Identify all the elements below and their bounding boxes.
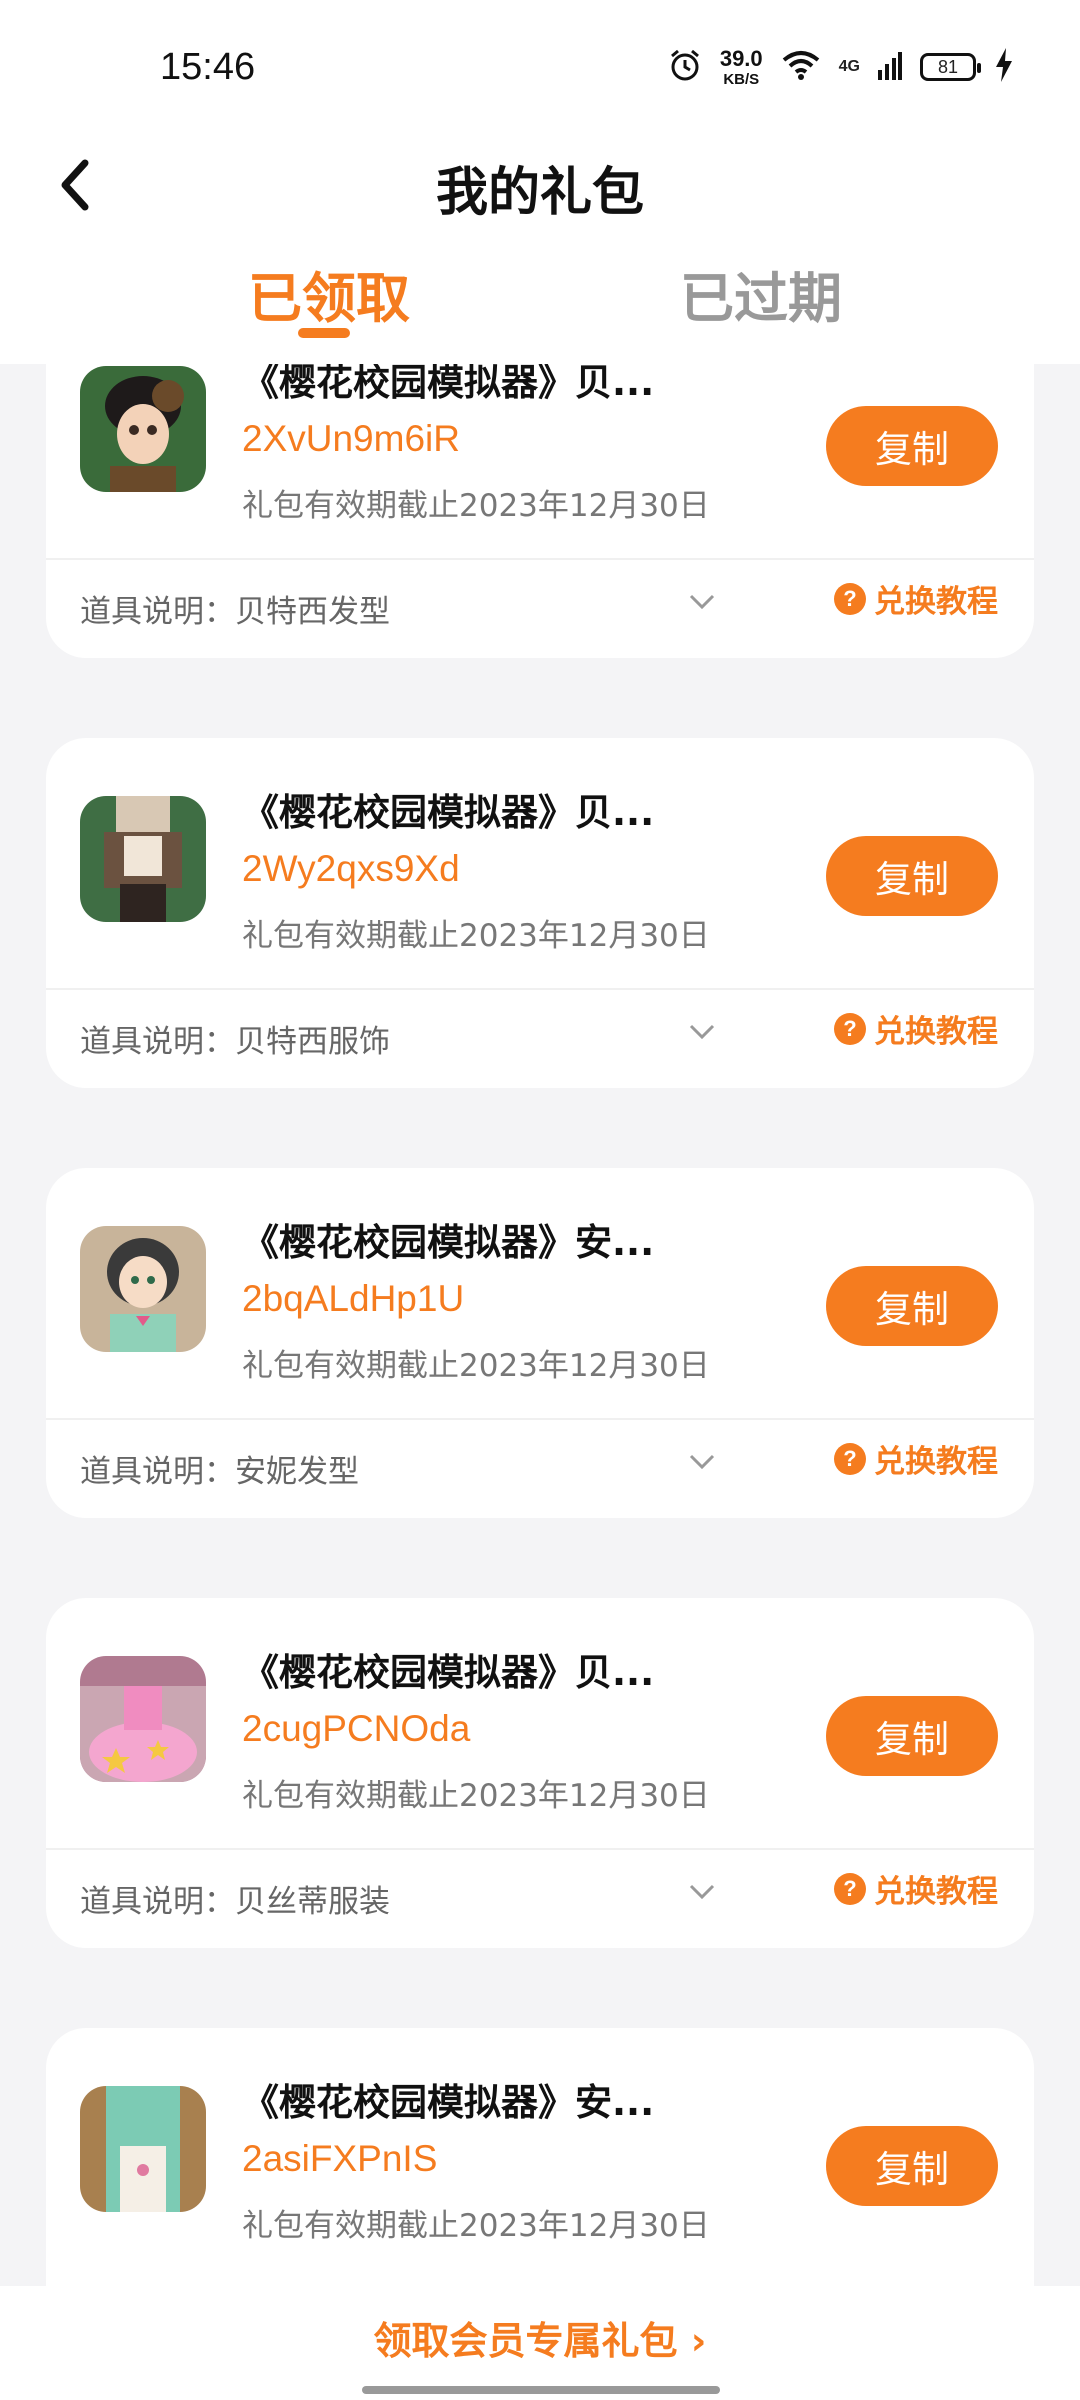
gift-expiry: 礼包有效期截止2023年12月30日 <box>242 488 710 524</box>
divider <box>46 558 1034 560</box>
question-icon: ? <box>834 1442 866 1475</box>
redeem-tutorial-label: 兑换教程 <box>874 1874 998 1910</box>
gift-expiry: 礼包有效期截止2023年12月30日 <box>242 2208 710 2244</box>
member-gift-link[interactable]: 领取会员专属礼包 › <box>0 2310 1080 2365</box>
gift-card: 《樱花校园模拟器》贝... 2Wy2qxs9Xd 礼包有效期截止2023年12月… <box>46 738 1034 1088</box>
redeem-tutorial-label: 兑换教程 <box>874 1014 998 1050</box>
gift-title: 《樱花校园模拟器》安... <box>242 1221 655 1264</box>
page-header: 我的礼包 已领取 已过期 <box>0 136 1080 364</box>
gift-title: 《樱花校园模拟器》贝... <box>242 791 655 834</box>
chevron-down-icon[interactable] <box>682 1442 722 1482</box>
item-description: 道具说明：贝特西发型 <box>80 594 390 630</box>
redeem-tutorial-link[interactable]: ? 兑换教程 <box>834 1866 998 1911</box>
item-description: 道具说明：贝丝蒂服装 <box>80 1884 390 1920</box>
gift-code: 2Wy2qxs9Xd <box>242 848 460 889</box>
redeem-tutorial-link[interactable]: ? 兑换教程 <box>834 1436 998 1481</box>
divider <box>46 988 1034 990</box>
wifi-icon <box>781 49 821 85</box>
gift-card: 《樱花校园模拟器》安... 2bqALdHp1U 礼包有效期截止2023年12月… <box>46 1168 1034 1518</box>
gift-title: 《樱花校园模拟器》安... <box>242 2081 655 2124</box>
gift-expiry: 礼包有效期截止2023年12月30日 <box>242 1348 710 1384</box>
gift-code: 2XvUn9m6iR <box>242 418 460 459</box>
alarm-icon <box>668 48 702 86</box>
gift-title: 《樱花校园模拟器》贝... <box>242 364 655 404</box>
gift-expiry: 礼包有效期截止2023年12月30日 <box>242 918 710 954</box>
chevron-down-icon[interactable] <box>682 1012 722 1052</box>
status-icons: 39.0 KB/S 4G 81 <box>668 44 1014 90</box>
status-bar: 15:46 39.0 KB/S 4G 81 <box>0 0 1080 136</box>
copy-button[interactable]: 复制 <box>826 1266 998 1346</box>
redeem-tutorial-label: 兑换教程 <box>874 584 998 620</box>
gift-code: 2cugPCNOda <box>242 1708 471 1749</box>
network-speed-value: 39.0 <box>719 45 763 71</box>
gift-code: 2bqALdHp1U <box>242 1278 465 1319</box>
gift-code: 2asiFXPnIS <box>242 2138 438 2179</box>
active-tab-indicator <box>298 328 350 338</box>
copy-button[interactable]: 复制 <box>826 2126 998 2206</box>
question-icon: ? <box>834 1012 866 1045</box>
redeem-tutorial-link[interactable]: ? 兑换教程 <box>834 576 998 621</box>
divider <box>46 1848 1034 1850</box>
copy-button[interactable]: 复制 <box>826 406 998 486</box>
copy-button[interactable]: 复制 <box>826 836 998 916</box>
item-description: 道具说明：安妮发型 <box>80 1454 359 1490</box>
game-thumbnail <box>80 1656 206 1782</box>
gift-card: 《樱花校园模拟器》安... 2asiFXPnIS 礼包有效期截止2023年12月… <box>46 2028 1034 2286</box>
question-icon: ? <box>834 582 866 615</box>
status-time: 15:46 <box>160 46 256 88</box>
game-thumbnail <box>80 796 206 922</box>
chevron-down-icon[interactable] <box>682 582 722 622</box>
redeem-tutorial-link[interactable]: ? 兑换教程 <box>834 1006 998 1051</box>
tab-expired[interactable]: 已过期 <box>680 254 842 333</box>
network-speed: 39.0 KB/S <box>719 45 763 88</box>
network-speed-unit: KB/S <box>723 70 760 88</box>
game-thumbnail <box>80 366 206 492</box>
network-type-label: 4G <box>838 58 860 75</box>
question-icon: ? <box>834 1872 866 1905</box>
game-thumbnail <box>80 1226 206 1352</box>
page-title: 我的礼包 <box>435 163 644 223</box>
gift-card: 《樱花校园模拟器》贝... 2XvUn9m6iR 礼包有效期截止2023年12月… <box>46 364 1034 658</box>
item-description: 道具说明：贝特西服饰 <box>80 1024 390 1060</box>
chevron-down-icon[interactable] <box>682 1872 722 1912</box>
redeem-tutorial-label: 兑换教程 <box>874 1444 998 1480</box>
copy-button[interactable]: 复制 <box>826 1696 998 1776</box>
game-thumbnail <box>80 2086 206 2212</box>
tab-claimed[interactable]: 已领取 <box>248 254 410 333</box>
gift-list[interactable]: 《樱花校园模拟器》贝... 2XvUn9m6iR 礼包有效期截止2023年12月… <box>0 364 1080 2286</box>
gift-card: 《樱花校园模拟器》贝... 2cugPCNOda 礼包有效期截止2023年12月… <box>46 1598 1034 1948</box>
home-indicator[interactable] <box>362 2386 720 2394</box>
signal-icon <box>878 50 902 84</box>
divider <box>46 1418 1034 1420</box>
battery-indicator: 81 <box>920 53 981 81</box>
gift-expiry: 礼包有效期截止2023年12月30日 <box>242 1778 710 1814</box>
gift-title: 《樱花校园模拟器》贝... <box>242 1651 655 1694</box>
charging-icon <box>994 48 1014 86</box>
footer-bar: 领取会员专属礼包 › <box>0 2286 1080 2400</box>
